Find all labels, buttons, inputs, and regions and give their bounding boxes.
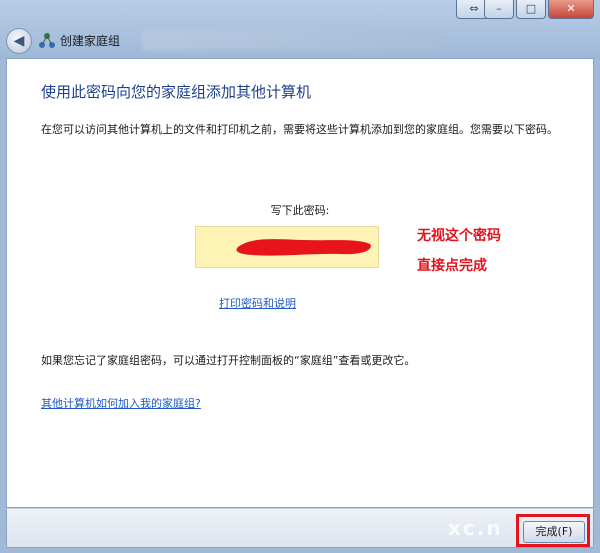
- password-box: [195, 226, 379, 268]
- window-controls: – □ ✕: [484, 0, 594, 20]
- maximize-button[interactable]: □: [516, 0, 546, 19]
- content-pane: 使用此密码向您的家庭组添加其他计算机 在您可以访问其他计算机上的文件和打印机之前…: [6, 58, 594, 508]
- blurred-breadcrumb: [142, 30, 442, 50]
- watermark-logo: xc.n: [448, 516, 503, 540]
- footer-bar: 完成(F): [6, 508, 594, 548]
- how-to-join-link[interactable]: 其他计算机如何加入我的家庭组?: [41, 395, 201, 411]
- window-title: 创建家庭组: [60, 34, 121, 48]
- close-button[interactable]: ✕: [548, 0, 594, 19]
- finish-button[interactable]: 完成(F): [523, 521, 585, 543]
- navigation-bar: ◀ 创建家庭组: [4, 27, 596, 55]
- title-bar: ⇔ – □ ✕ ◀ 创建家庭组: [0, 0, 600, 58]
- print-password-link[interactable]: 打印密码和说明: [219, 295, 296, 311]
- finish-highlight-box: 完成(F): [516, 514, 590, 547]
- minimize-button[interactable]: –: [484, 0, 514, 19]
- intro-text: 在您可以访问其他计算机上的文件和打印机之前，需要将这些计算机添加到您的家庭组。您…: [41, 123, 558, 136]
- forgot-password-text: 如果您忘记了家庭组密码，可以通过打开控制面板的“家庭组”查看或更改它。: [41, 354, 416, 367]
- code-label: 写下此密码:: [270, 204, 330, 217]
- redaction-mark: [236, 239, 371, 256]
- homegroup-icon: [39, 33, 55, 48]
- annotation-line-2: 直接点完成: [417, 258, 487, 274]
- back-arrow-icon[interactable]: ◀: [6, 28, 32, 54]
- annotation-line-1: 无视这个密码: [417, 228, 501, 244]
- page-title: 使用此密码向您的家庭组添加其他计算机: [41, 83, 312, 101]
